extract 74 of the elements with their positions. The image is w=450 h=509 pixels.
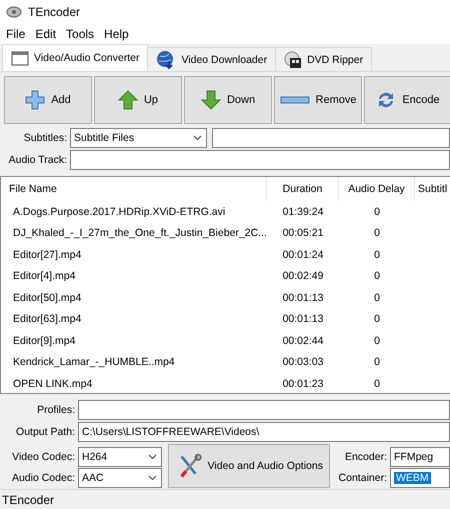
toolbar-button[interactable]: Remove xyxy=(274,76,362,124)
container-field[interactable]: WEBM xyxy=(390,468,450,488)
table-cell-text: 0 xyxy=(373,376,381,392)
table-cell-text: Kendrick_Lamar_-_HUMBLE..mp4 xyxy=(12,355,176,370)
field-label: Encoder: xyxy=(344,451,388,463)
table-cell-text: 0 xyxy=(373,312,381,328)
menu-item[interactable]: Edit xyxy=(31,27,62,41)
column-header[interactable]: Duration xyxy=(267,177,339,201)
table-cell-text: 0 xyxy=(373,226,381,242)
table-cell-text: Editor[63].mp4 xyxy=(12,312,82,328)
menu-item[interactable]: Help xyxy=(100,27,135,41)
menu-item[interactable]: File xyxy=(2,27,32,41)
clapperboard-icon xyxy=(11,50,29,66)
table-cell-text: 00:02:49 xyxy=(282,269,324,284)
film-disc-icon xyxy=(284,50,302,68)
table-cell-text: 0 xyxy=(373,269,381,284)
toolbar-button[interactable]: Down xyxy=(184,76,272,124)
table-cell-text: 00:01:24 xyxy=(282,248,324,263)
table-cell-text: 0 xyxy=(373,355,381,370)
window-title: TEncoder xyxy=(28,5,80,19)
chevron-down-icon xyxy=(193,135,202,141)
table-cell-text: 00:03:03 xyxy=(282,355,324,370)
output-path-field[interactable]: C:\Users\LISTOFFREEWARE\Videos\ xyxy=(78,422,450,442)
menu-item[interactable]: Tools xyxy=(62,27,100,41)
toolbar-button[interactable]: Encode xyxy=(364,76,450,124)
tools-icon xyxy=(179,452,202,480)
table-cell-text: DJ_Khaled_-_I_27m_the_One_ft._Justin_Bieber_2C... xyxy=(12,226,267,242)
subtitles-dropdown[interactable]: Subtitle Files xyxy=(70,128,207,148)
table-cell-text: 0 xyxy=(373,290,381,306)
status-text: TEncoder xyxy=(0,489,450,509)
toolbar-button[interactable]: Add xyxy=(4,76,92,124)
field-label: Audio Track: xyxy=(8,154,68,166)
chevron-down-icon xyxy=(148,475,157,481)
table-cell-text: 00:05:21 xyxy=(282,226,324,242)
table-cell-text: 00:02:44 xyxy=(282,334,324,349)
video-codec-dropdown[interactable]: H264 xyxy=(78,447,162,467)
arrow-down-icon xyxy=(200,90,221,110)
arrow-up-icon xyxy=(118,90,138,110)
table-cell-text: 01:39:24 xyxy=(282,204,324,220)
toolbar-button[interactable]: Up xyxy=(94,76,182,124)
app-icon xyxy=(6,6,22,18)
chevron-down-icon xyxy=(148,454,157,460)
subtitle-path-field[interactable] xyxy=(212,128,450,148)
field-label: Audio Codec: xyxy=(10,472,76,484)
plus-icon xyxy=(25,90,46,110)
field-label: Output Path: xyxy=(15,426,76,438)
audio-codec-dropdown[interactable]: AAC xyxy=(78,468,162,488)
field-label: Profiles: xyxy=(36,404,76,416)
tab[interactable]: Video Downloader xyxy=(147,47,276,71)
table-cell-text: 0 xyxy=(373,204,381,220)
field-label: Container: xyxy=(338,472,388,484)
table-cell-text: OPEN LINK.mp4 xyxy=(12,376,94,392)
options-button[interactable]: Video and Audio Options xyxy=(168,444,330,488)
field-label: Video Codec: xyxy=(11,451,76,463)
table-cell-text: Editor[50].mp4 xyxy=(12,290,82,306)
column-header[interactable]: Subtitl xyxy=(415,177,450,201)
table-cell-text: 00:01:23 xyxy=(282,376,324,392)
field-label: Subtitles: xyxy=(22,132,68,144)
minus-icon xyxy=(280,96,310,104)
table-cell-text: 00:01:13 xyxy=(282,290,324,306)
encoder-field[interactable]: FFMpeg xyxy=(390,447,450,467)
column-header[interactable]: Audio Delay xyxy=(339,177,415,201)
audio-track-field[interactable] xyxy=(70,150,450,170)
table-cell-text: Editor[4].mp4 xyxy=(12,269,76,284)
table-cell-text: Editor[9].mp4 xyxy=(12,334,76,349)
table-cell-text: 00:01:13 xyxy=(282,312,324,328)
table-cell-text: 0 xyxy=(373,334,381,349)
table-cell-text: A.Dogs.Purpose.2017.HDRip.XViD-ETRG.avi xyxy=(12,204,226,220)
tab[interactable]: Video/Audio Converter xyxy=(2,44,148,71)
tab[interactable]: DVD Ripper xyxy=(275,47,372,71)
column-header[interactable]: File Name xyxy=(1,177,267,201)
profiles-field[interactable] xyxy=(78,400,450,420)
table-cell-text: Editor[27].mp4 xyxy=(12,248,82,263)
table-cell-text: 0 xyxy=(373,248,381,263)
